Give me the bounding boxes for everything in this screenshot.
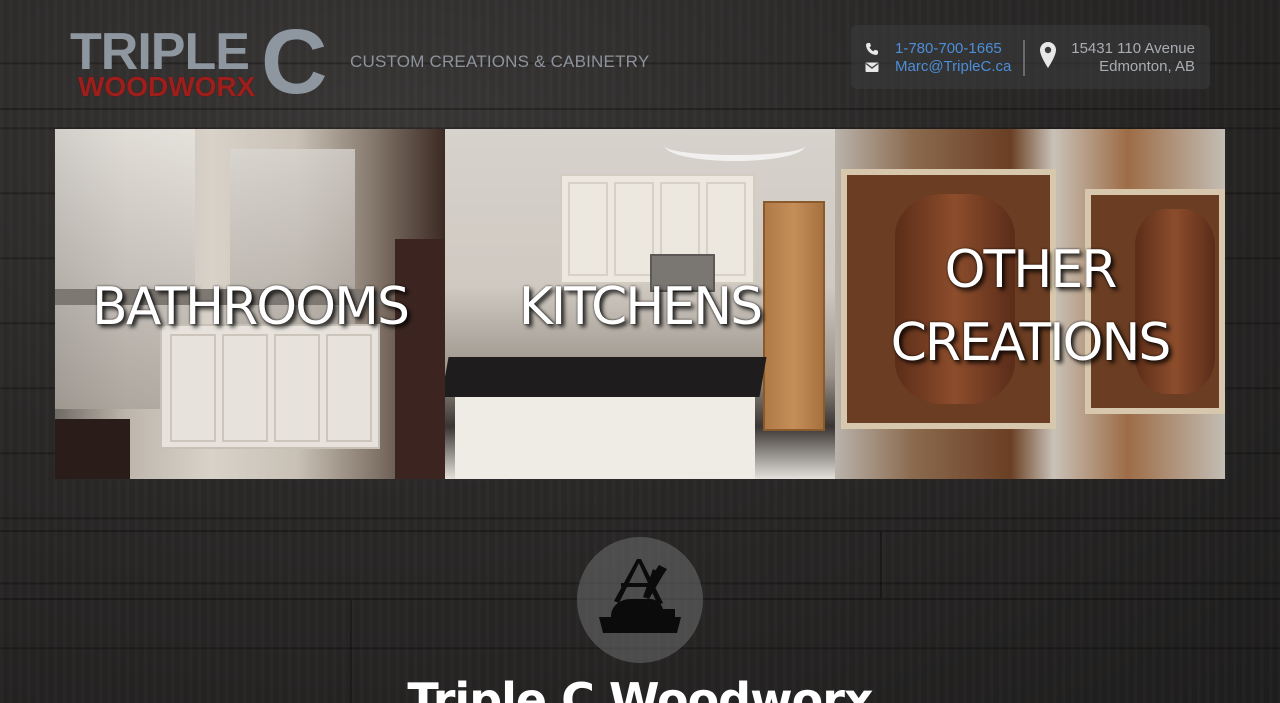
site-logo[interactable]: TRIPLE C WOODWORX <box>68 16 327 108</box>
logo-text-c: C <box>261 11 328 113</box>
tile-label-other-line2: CREATIONS <box>890 313 1172 373</box>
bathroom-photo-detail <box>55 419 130 479</box>
tile-other-creations[interactable]: OTHER CREATIONS <box>835 129 1225 479</box>
phone-icon <box>866 42 878 55</box>
tile-label-bathrooms: BATHROOMS <box>92 277 410 337</box>
wood-seam <box>880 532 882 598</box>
bathroom-photo-detail <box>326 334 372 442</box>
contact-divider <box>1023 40 1025 76</box>
kitchen-photo-detail <box>445 357 767 397</box>
bathroom-photo-detail <box>222 334 268 442</box>
kitchen-photo-detail <box>614 182 654 276</box>
address-city: Edmonton, AB <box>1099 58 1195 75</box>
phone-link[interactable]: 1-780-700-1665 <box>895 40 1002 57</box>
contact-panel: 1-780-700-1665 Marc@TripleC.ca 15431 110… <box>851 25 1210 89</box>
site-tagline: CUSTOM CREATIONS & CABINETRY <box>350 52 650 71</box>
wood-seam <box>0 530 1280 532</box>
kitchen-photo-detail <box>665 131 805 161</box>
bathroom-photo-detail <box>170 334 216 442</box>
logo-text-woodworx: WOODWORX <box>78 71 256 102</box>
woodworking-plane-icon <box>599 559 681 633</box>
tile-bathrooms[interactable]: BATHROOMS <box>55 129 445 479</box>
section-title: Triple C Woodworx <box>407 673 873 703</box>
tile-label-kitchens: KITCHENS <box>518 277 763 337</box>
envelope-icon <box>865 62 879 72</box>
tile-kitchens[interactable]: KITCHENS <box>445 129 835 479</box>
tile-label-other-line1: OTHER <box>944 240 1118 300</box>
wood-seam <box>0 108 1280 110</box>
category-tiles: BATHROOMS KITCHENS OTHER CREATIONS <box>55 129 1225 479</box>
kitchen-photo-detail <box>568 182 608 276</box>
contact-phone-row: 1-780-700-1665 <box>865 40 1002 57</box>
address-block: 15431 110 Avenue Edmonton, AB <box>1071 40 1195 76</box>
bathroom-photo-detail <box>274 334 320 442</box>
address-street: 15431 110 Avenue <box>1071 40 1195 57</box>
section-badge <box>577 537 703 663</box>
contact-email-row: Marc@TripleC.ca <box>865 58 1011 75</box>
email-link[interactable]: Marc@TripleC.ca <box>895 58 1011 75</box>
map-pin-icon <box>1040 42 1056 68</box>
